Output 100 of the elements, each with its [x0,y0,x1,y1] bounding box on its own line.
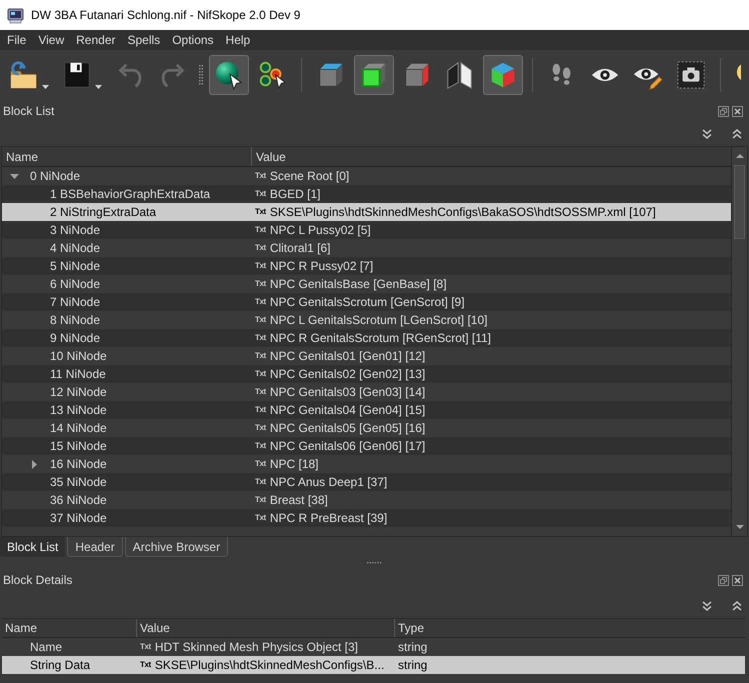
expand-all-chevron-icon[interactable] [701,128,713,140]
block-value: NPC Genitals02 [Gen02] [13] [270,366,426,383]
sphere-cursor-icon [214,60,244,90]
collapse-all-chevron-icon[interactable] [731,128,743,140]
splitter-handle-icon[interactable] [367,562,382,564]
block-value: NPC R PreBreast [39] [270,510,388,527]
type-label: Txt [255,172,266,180]
block-value: NPC Genitals05 [Gen05] [16] [270,420,426,437]
dots-cursor-icon [257,60,287,90]
tree-row[interactable]: 35 NiNode Txt NPC Anus Deep1 [37] [2,473,731,491]
type-label: Txt [255,460,266,468]
dropdown-caret-icon[interactable] [42,85,49,89]
panel-title: Block Details [3,572,72,589]
toolbar-grip-icon[interactable] [199,64,203,86]
field-value: SKSE\Plugins\hdtSkinnedMeshConfigs\B... [154,657,384,674]
tree-row[interactable]: 37 NiNode Txt NPC R PreBreast [39] [2,509,731,527]
tree-row[interactable]: 2 NiStringExtraData Txt SKSE\Plugins\hdtSkinnedMeshConfigs\BakaSOS\hdtSOSSMP.xml [107] [2,203,731,221]
menu-item[interactable]: View [32,30,70,50]
menu-item[interactable]: File [1,30,32,50]
tree-row[interactable]: 13 NiNode Txt NPC Genitals04 [Gen04] [15] [2,401,731,419]
block-value: NPC Genitals03 [Gen03] [14] [270,384,426,401]
block-value: NPC GenitalsScrotum [GenScrot] [9] [270,294,465,311]
block-name: 0 NiNode [30,168,80,185]
expand-all-chevron-icon[interactable] [701,600,713,612]
block-name: 7 NiNode [50,294,100,311]
type-label: Txt [255,334,266,342]
block-name: 36 NiNode [50,492,107,509]
block-value: Clitoral1 [6] [270,240,331,257]
scroll-down-arrow-icon[interactable] [736,525,744,529]
block-name: 9 NiNode [50,330,100,347]
block-name: 1 BSBehaviorGraphExtraData [50,186,210,203]
block-value: NPC L Pussy02 [5] [270,222,371,239]
column-header[interactable]: Name [2,619,137,637]
float-window-icon[interactable] [718,574,729,586]
block-name: 8 NiNode [50,312,100,329]
type-label: Txt [255,370,266,378]
scroll-up-arrow-icon[interactable] [736,154,744,158]
menu-item[interactable]: Render [70,30,122,50]
block-name: 16 NiNode [50,456,107,473]
block-name: 12 NiNode [50,384,107,401]
type-label: Txt [255,226,266,234]
tree-row[interactable]: 9 NiNode Txt NPC R GenitalsScrotum [RGenScrot] [11] [2,329,731,347]
collapse-all-chevron-icon[interactable] [731,600,743,612]
scrollbar-thumb[interactable] [734,165,745,239]
block-name: 14 NiNode [50,420,107,437]
tab[interactable]: Header [67,537,123,557]
block-name: 4 NiNode [50,240,100,257]
menu-item[interactable]: Help [220,30,256,50]
block-value: NPC Genitals06 [Gen06] [17] [270,438,426,455]
details-row[interactable]: String Data Txt SKSE\Plugins\hdtSkinnedMeshConfigs\B... string [2,656,745,674]
block-name: 2 NiStringExtraData [50,204,156,221]
select-object-button[interactable] [209,55,249,95]
user-view-button[interactable] [483,55,523,95]
collapse-arrow-icon[interactable] [10,174,18,178]
tree-row[interactable]: 15 NiNode Txt NPC Genitals06 [Gen06] [17] [2,437,731,455]
column-header[interactable]: Type [395,619,745,637]
app-icon [7,6,24,24]
type-label: Txt [255,514,266,522]
float-window-icon[interactable] [718,106,729,116]
block-value: NPC Genitals04 [Gen04] [15] [270,402,426,419]
block-value: Breast [38] [270,492,328,509]
column-header[interactable]: Value [137,619,395,637]
tab[interactable]: Archive Browser [124,537,228,557]
type-label: Txt [255,442,266,450]
block-value: NPC R Pussy02 [7] [270,258,374,275]
camera-icon [676,60,706,90]
tree-row[interactable]: 11 NiNode Txt NPC Genitals02 [Gen02] [13] [2,365,731,383]
block-name: 15 NiNode [50,438,107,455]
type-label: Txt [255,280,266,288]
type-label: Txt [255,316,266,324]
tree-row[interactable]: 5 NiNode Txt NPC R Pussy02 [7] [2,257,731,275]
menu-item[interactable]: Options [166,30,220,50]
block-value: NPC R GenitalsScrotum [RGenScrot] [11] [270,330,491,347]
block-name: 35 NiNode [50,474,107,491]
close-icon[interactable] [732,574,743,586]
type-label: Txt [255,406,266,414]
tree-row[interactable]: 1 BSBehaviorGraphExtraData Txt BGED [1] [2,185,731,203]
block-name: 37 NiNode [50,510,107,527]
tree-row[interactable]: 7 NiNode Txt NPC GenitalsScrotum [GenScrot] [9] [2,293,731,311]
block-name: 6 NiNode [50,276,100,293]
block-value: NPC [18] [270,456,318,473]
block-value: BGED [1] [270,186,320,203]
block-value: NPC Genitals01 [Gen01] [12] [270,348,426,365]
expand-arrow-icon[interactable] [32,460,36,468]
window-title: DW 3BA Futanari Schlong.nif - NifSkope 2.0 Dev 9 [31,7,300,24]
field-name: Name [30,639,62,656]
type-label: Txt [255,244,266,252]
front-view-button[interactable] [354,55,394,95]
tree-row[interactable]: 3 NiNode Txt NPC L Pussy02 [5] [2,221,731,239]
panel-title: Block List [3,103,54,120]
block-value: NPC L GenitalsScrotum [LGenScrot] [10] [270,312,488,329]
type-label: Txt [140,661,151,669]
close-icon[interactable] [732,106,743,116]
tab[interactable]: Block List [0,537,66,557]
type-label: Txt [255,496,266,504]
dropdown-caret-icon[interactable] [95,85,102,89]
menu-item[interactable]: Spells [122,30,166,50]
block-value: Scene Root [0] [270,168,350,185]
column-header[interactable]: Value [252,147,731,166]
column-header[interactable]: Name [2,147,252,166]
